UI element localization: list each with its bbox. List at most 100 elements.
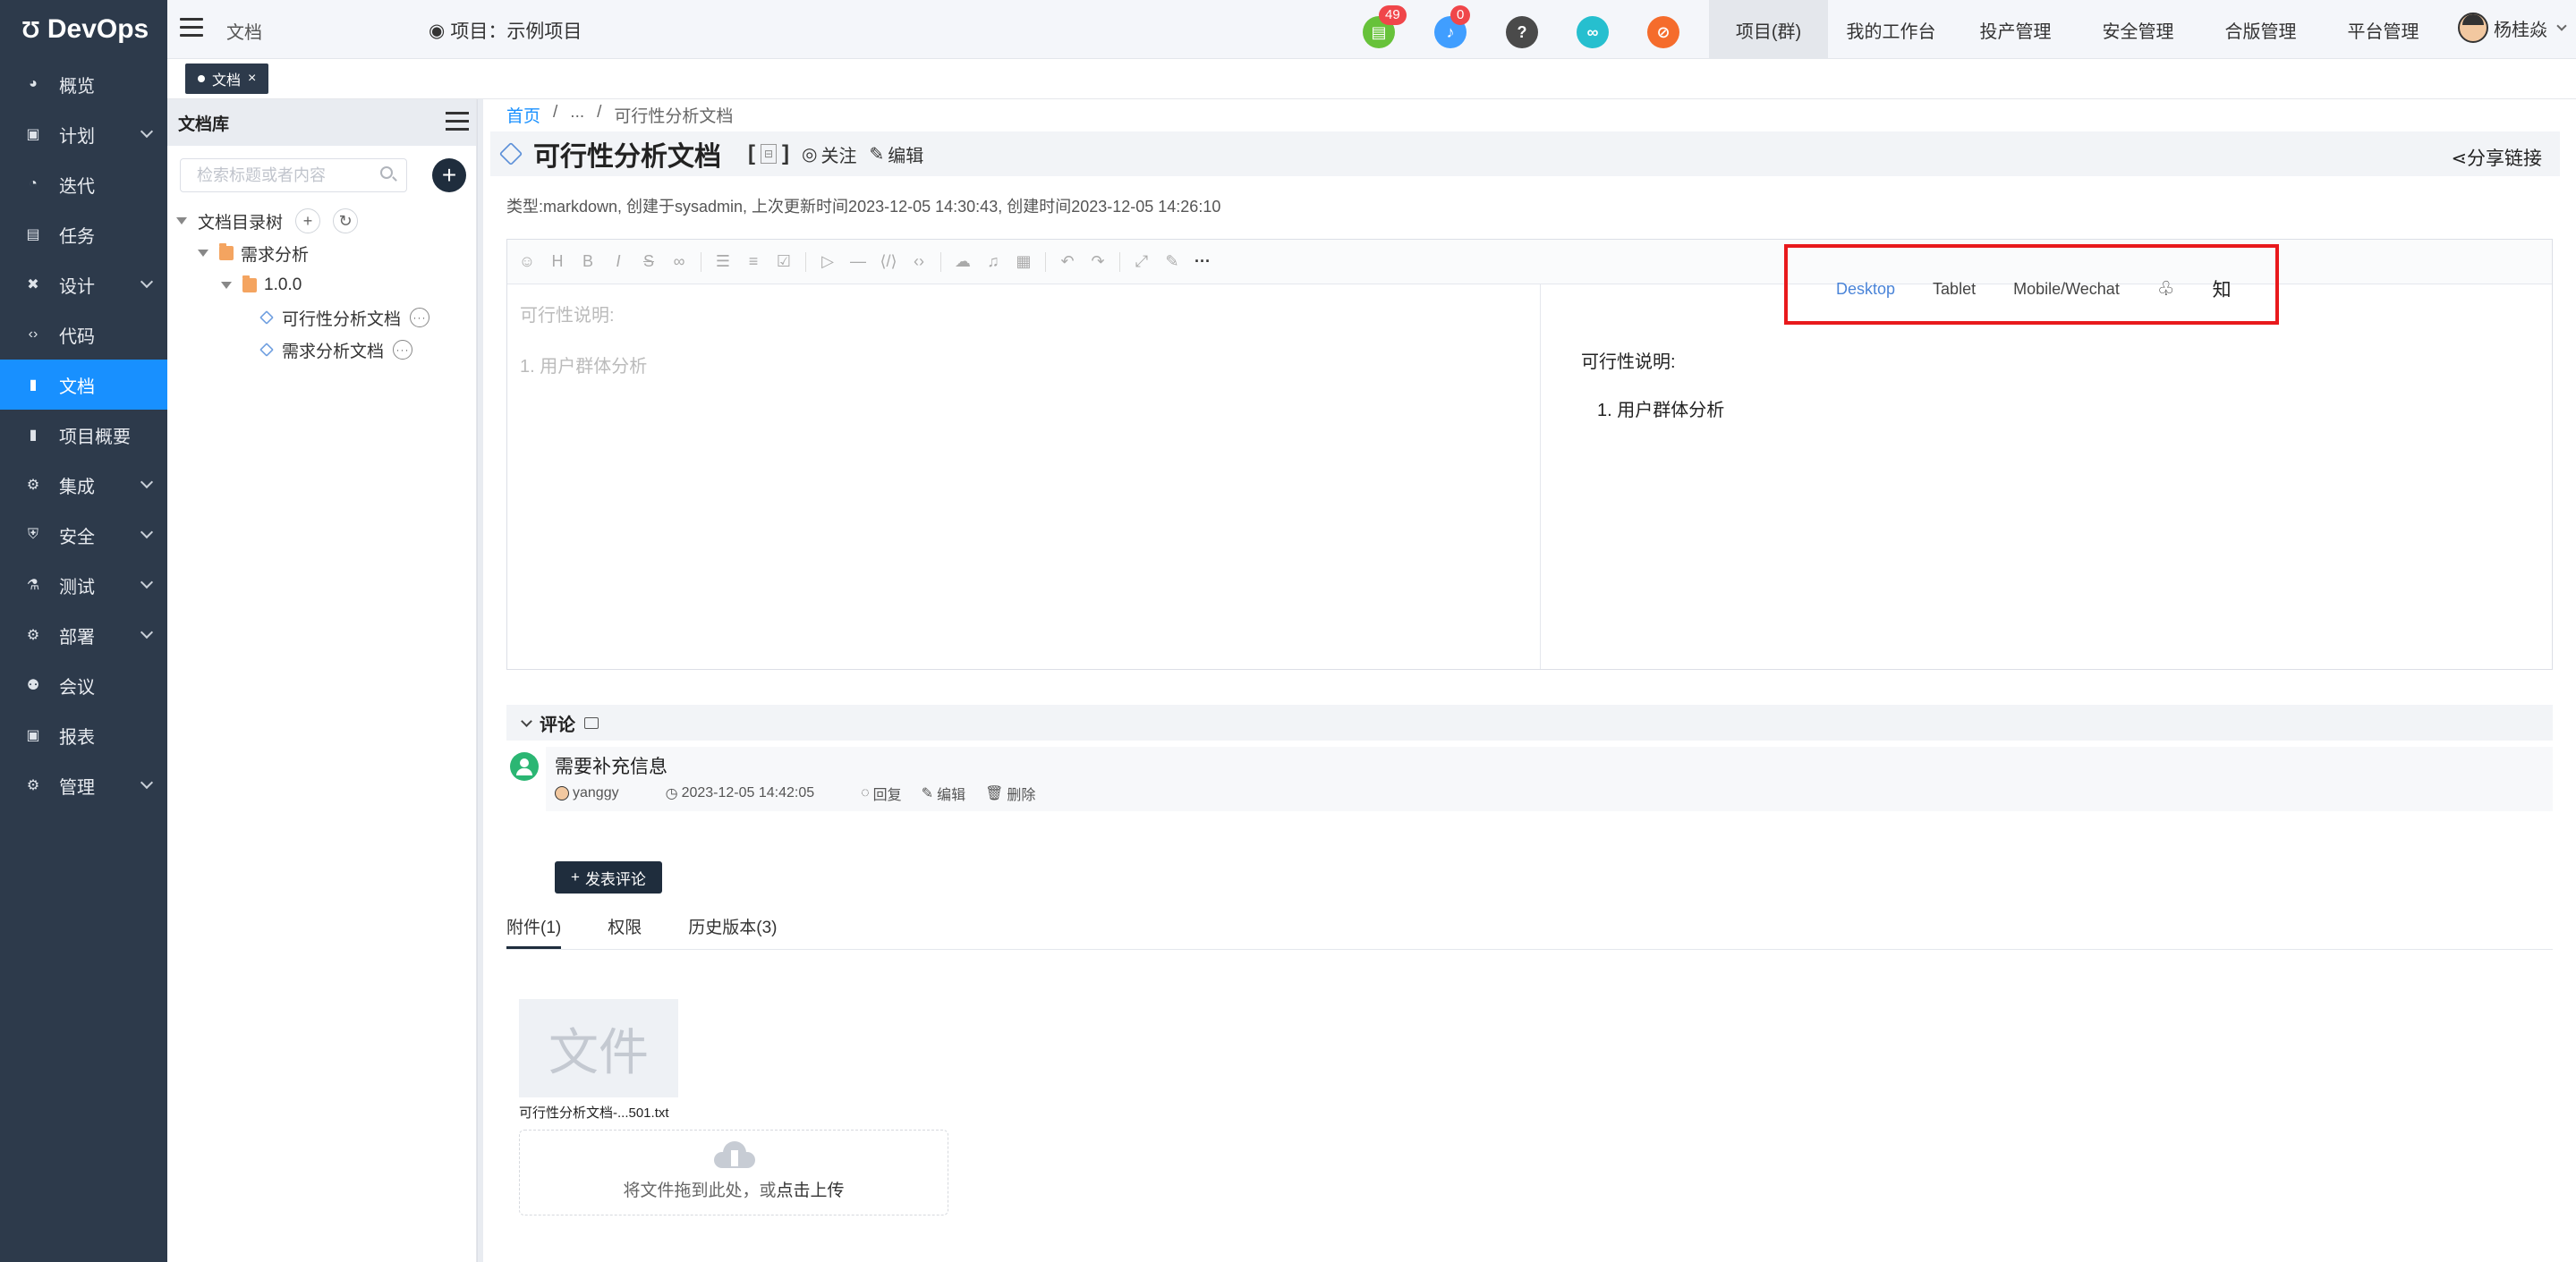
redo-icon[interactable]: ↷: [1089, 252, 1107, 271]
link-icon[interactable]: ∞: [670, 252, 688, 271]
bold-icon[interactable]: B: [579, 252, 597, 271]
emoji-icon[interactable]: ☺: [518, 252, 536, 271]
bell-icon[interactable]: ♪ 0: [1434, 5, 1471, 48]
upload-icon[interactable]: ☁: [954, 252, 972, 271]
topnav-security[interactable]: 安全管理: [2077, 0, 2199, 59]
close-icon[interactable]: ×: [248, 71, 256, 87]
topnav-project-group[interactable]: 项目(群): [1709, 0, 1828, 59]
preview-tab-mobile[interactable]: Mobile/Wechat: [2013, 280, 2120, 299]
edit-button[interactable]: ✎ 编辑: [869, 141, 923, 167]
refresh-icon[interactable]: ↻: [333, 208, 359, 233]
list-icon[interactable]: ☰: [714, 252, 732, 271]
caret-down-icon[interactable]: [221, 282, 232, 289]
topnav-workbench[interactable]: 我的工作台: [1828, 0, 1954, 59]
caret-down-icon[interactable]: [198, 250, 208, 257]
library-menu-icon[interactable]: [446, 112, 469, 131]
code-block-icon[interactable]: ‹›: [910, 252, 928, 271]
tree-doc-feasibility[interactable]: 可行性分析文档 ···: [176, 301, 430, 334]
edit-mode-icon[interactable]: ✎: [1163, 252, 1181, 271]
follow-button[interactable]: ◎ 关注: [802, 141, 856, 167]
tree-doc-requirements[interactable]: 需求分析文档 ···: [176, 334, 429, 366]
tab-history[interactable]: 历史版本(3): [688, 914, 777, 949]
layers-icon: [498, 141, 523, 166]
sidebar-item[interactable]: ⚙ 集成: [0, 460, 167, 510]
todo-icon[interactable]: ▤ 49: [1363, 5, 1407, 48]
sidebar-item[interactable]: ⚉ 会议: [0, 660, 167, 710]
reply-button[interactable]: ◌ 回复: [861, 783, 902, 804]
more-icon[interactable]: ···: [410, 308, 430, 327]
zhihu-theme-icon[interactable]: 知: [2213, 275, 2232, 302]
fullscreen-icon[interactable]: ⤢: [1133, 252, 1151, 271]
inline-code-icon[interactable]: ⟨/⟩: [880, 252, 897, 271]
italic-icon[interactable]: I: [609, 252, 627, 271]
ordered-list-icon[interactable]: ≡: [744, 252, 762, 271]
strike-icon[interactable]: S: [640, 252, 658, 271]
preview-tab-desktop[interactable]: Desktop: [1836, 280, 1895, 299]
post-comment-button[interactable]: + 发表评论: [555, 861, 662, 894]
project-selector[interactable]: ◉ 项目：示例项目: [429, 17, 582, 44]
more-icon[interactable]: ···: [393, 340, 413, 360]
sidebar-item-label: 任务: [59, 226, 95, 247]
search-icon[interactable]: [380, 166, 393, 179]
upload-dropzone[interactable]: 将文件拖到此处，或点击上传: [519, 1130, 948, 1215]
sidebar-item[interactable]: ◔ 迭代: [0, 159, 167, 209]
brand[interactable]: Ʊ DevOps: [0, 0, 167, 59]
sidebar-item[interactable]: ⚙ 部署: [0, 610, 167, 660]
brand-name: DevOps: [47, 14, 149, 44]
add-document-button[interactable]: +: [432, 158, 466, 192]
block-icon[interactable]: ⊘: [1647, 16, 1679, 48]
tree-root[interactable]: 文档目录树 + ↻: [176, 205, 429, 237]
sidebar-item[interactable]: ⚗ 测试: [0, 560, 167, 610]
user-menu[interactable]: 杨桂焱: [2458, 13, 2567, 43]
link-icon[interactable]: ∞: [1577, 16, 1609, 48]
share-link-button[interactable]: ⋖分享链接: [2451, 144, 2542, 171]
topnav-merge[interactable]: 合版管理: [2199, 0, 2322, 59]
add-folder-button[interactable]: +: [295, 208, 321, 233]
sidebar-item[interactable]: ▣ 报表: [0, 710, 167, 760]
quote-icon[interactable]: ▷: [819, 252, 837, 271]
preview-tab-tablet[interactable]: Tablet: [1933, 280, 1976, 299]
tab-attachments[interactable]: 附件(1): [506, 914, 562, 949]
comments-header[interactable]: 评论: [506, 705, 2553, 741]
tab-permissions[interactable]: 权限: [608, 914, 642, 949]
attachment-name[interactable]: 可行性分析文档-...501.txt: [519, 1103, 669, 1122]
more-icon[interactable]: ···: [1194, 252, 1211, 271]
sidebar-item[interactable]: ▣ 计划: [0, 109, 167, 159]
wechat-theme-icon[interactable]: ♧: [2157, 277, 2175, 301]
sidebar-item[interactable]: ▮ 项目概要: [0, 410, 167, 460]
breadcrumb-ellipsis[interactable]: ...: [570, 103, 584, 127]
attachment-thumbnail[interactable]: 文件: [519, 999, 678, 1097]
undo-icon[interactable]: ↶: [1058, 252, 1076, 271]
tree-folder[interactable]: 需求分析: [176, 237, 429, 269]
comment-edit-button[interactable]: ✎ 编辑: [922, 783, 965, 804]
sidebar-item[interactable]: ▤ 任务: [0, 209, 167, 259]
topnav-release[interactable]: 投产管理: [1954, 0, 2077, 59]
sidebar-item[interactable]: ‹› 代码: [0, 309, 167, 360]
breadcrumb-home[interactable]: 首页: [506, 103, 540, 127]
sidebar-item[interactable]: ▮ 文档: [0, 360, 167, 410]
tag-docs[interactable]: 文档 ×: [185, 64, 269, 94]
panel-splitter[interactable]: [477, 99, 483, 1262]
editor-input-pane[interactable]: 可行性说明: 1. 用户群体分析: [507, 284, 1541, 669]
chevron-down-icon[interactable]: [521, 715, 532, 727]
comment-delete-button[interactable]: 🗑 删除: [985, 783, 1035, 804]
line-icon[interactable]: —: [849, 252, 867, 271]
topnav-platform[interactable]: 平台管理: [2322, 0, 2444, 59]
microphone-icon[interactable]: ♫: [984, 252, 1002, 271]
collapse-toggle[interactable]: [ ⊟ ]: [748, 141, 789, 166]
header-icon[interactable]: H: [548, 252, 566, 271]
sidebar-item[interactable]: ⚙ 管理: [0, 760, 167, 810]
table-icon[interactable]: ▦: [1015, 252, 1033, 271]
sidebar-item[interactable]: ◕ 概览: [0, 59, 167, 109]
minus-icon[interactable]: ⊟: [761, 144, 777, 164]
checklist-icon[interactable]: ☑: [775, 252, 793, 271]
menu-toggle-icon[interactable]: [180, 18, 203, 38]
help-icon[interactable]: ?: [1506, 16, 1538, 48]
sidebar-item[interactable]: ⛨ 安全: [0, 510, 167, 560]
tree-version[interactable]: 1.0.0: [176, 269, 429, 301]
caret-down-icon[interactable]: [176, 217, 187, 224]
comment-author-name: yanggy: [573, 785, 619, 800]
upload-link[interactable]: 点击上传: [777, 1182, 845, 1200]
sidebar-item[interactable]: ✖ 设计: [0, 259, 167, 309]
library-search-input[interactable]: [180, 158, 407, 192]
